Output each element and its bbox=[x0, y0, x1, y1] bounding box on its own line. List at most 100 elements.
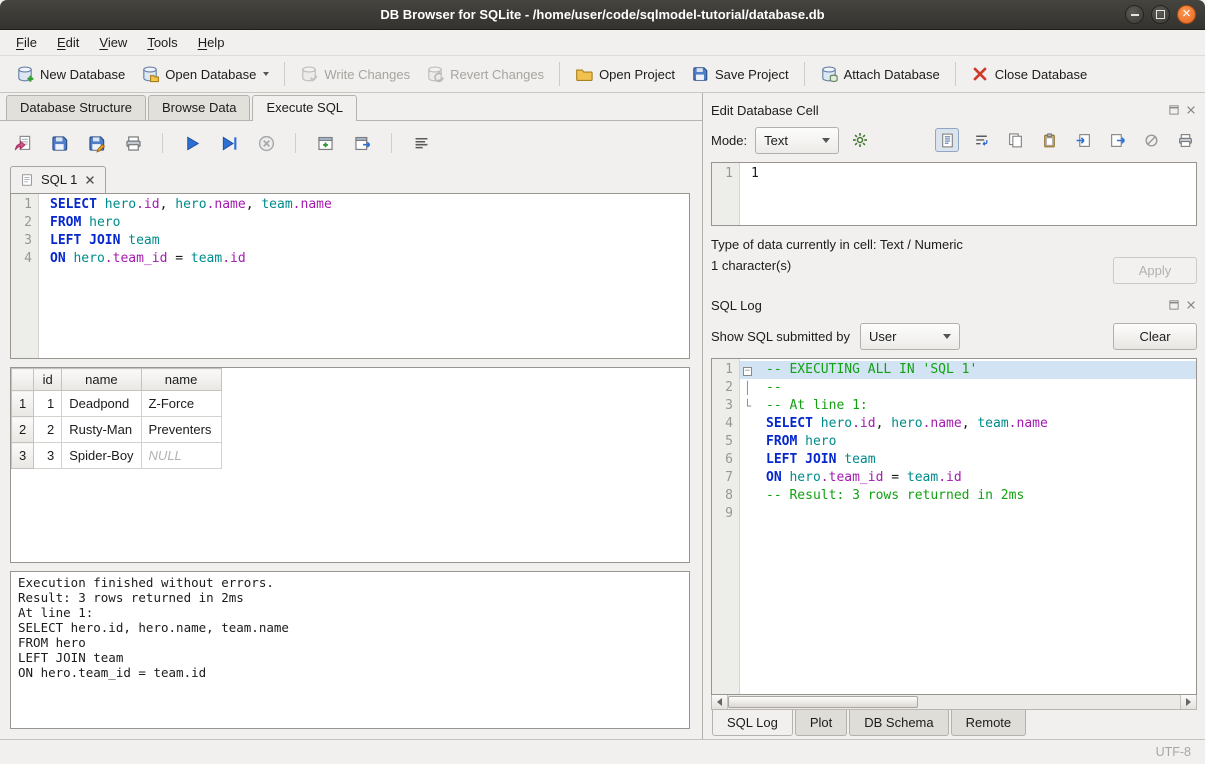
format-sql-button[interactable] bbox=[409, 131, 433, 155]
word-wrap-icon bbox=[973, 132, 990, 149]
open-project-button[interactable]: Open Project bbox=[567, 60, 683, 88]
text-mode-icon bbox=[939, 132, 956, 149]
execute-current-line-button[interactable] bbox=[217, 131, 241, 155]
open-sql-file-icon bbox=[13, 134, 32, 153]
table-cell[interactable]: Spider-Boy bbox=[62, 443, 141, 469]
results-grid: idnamename11DeadpondZ-Force22Rusty-ManPr… bbox=[10, 367, 690, 563]
fold-marker bbox=[740, 415, 755, 433]
gear-button[interactable] bbox=[847, 127, 873, 153]
word-wrap-button[interactable] bbox=[969, 128, 993, 152]
table-cell[interactable]: Deadpond bbox=[62, 391, 141, 417]
save-sql-file-button[interactable] bbox=[47, 131, 71, 155]
stop-button[interactable] bbox=[254, 131, 278, 155]
table-cell[interactable]: Preventers bbox=[141, 417, 221, 443]
close-window-button[interactable] bbox=[1177, 5, 1196, 24]
toolbar-label: New Database bbox=[40, 67, 125, 82]
export-results-button[interactable] bbox=[350, 131, 374, 155]
row-number[interactable]: 3 bbox=[12, 443, 34, 469]
dock-tab-sql-log[interactable]: SQL Log bbox=[712, 710, 793, 736]
row-number[interactable]: 1 bbox=[12, 391, 34, 417]
table-cell[interactable]: 3 bbox=[34, 443, 62, 469]
window-title: DB Browser for SQLite - /home/user/code/… bbox=[380, 7, 824, 22]
row-number[interactable]: 2 bbox=[12, 417, 34, 443]
scrollbar-thumb[interactable] bbox=[728, 696, 918, 708]
code-text: FROM hero bbox=[39, 214, 689, 232]
menu-edit[interactable]: Edit bbox=[47, 32, 89, 53]
fold-marker[interactable]: − bbox=[740, 361, 755, 379]
code-text bbox=[755, 505, 1196, 523]
sql-log-view[interactable]: 1−-- EXECUTING ALL IN 'SQL 1'2│--3└-- At… bbox=[711, 358, 1197, 695]
app-window: DB Browser for SQLite - /home/user/code/… bbox=[0, 0, 1205, 764]
line-number: 1 bbox=[11, 196, 39, 214]
execute-sql-panel: SQL 1 1SELECT hero.id, hero.name, team.n… bbox=[0, 121, 702, 739]
attach-database-button[interactable]: Attach Database bbox=[812, 60, 948, 88]
titlebar[interactable]: DB Browser for SQLite - /home/user/code/… bbox=[0, 0, 1205, 30]
sql-editor[interactable]: 1SELECT hero.id, hero.name, team.name2FR… bbox=[10, 193, 690, 359]
table-cell[interactable]: 2 bbox=[34, 417, 62, 443]
table-cell[interactable]: 1 bbox=[34, 391, 62, 417]
export-cell-button[interactable] bbox=[1105, 128, 1129, 152]
sql-log-filter-label: Show SQL submitted by bbox=[711, 329, 850, 344]
main-toolbar: New DatabaseOpen DatabaseWrite ChangesRe… bbox=[0, 56, 1205, 93]
close-panel-icon[interactable] bbox=[1185, 299, 1197, 311]
code-text: SELECT hero.id, hero.name, team.name bbox=[755, 415, 1196, 433]
copy-cell-icon bbox=[1007, 132, 1024, 149]
save-sql-as-button[interactable] bbox=[84, 131, 108, 155]
tab-database-structure[interactable]: Database Structure bbox=[6, 95, 146, 120]
column-header-id[interactable]: id bbox=[34, 369, 62, 391]
scroll-left-button[interactable] bbox=[712, 695, 728, 709]
scrollbar-track[interactable] bbox=[728, 695, 1180, 709]
mode-select[interactable]: Text bbox=[755, 127, 839, 154]
print-sql-icon bbox=[124, 134, 143, 153]
column-header-name[interactable]: name bbox=[62, 369, 141, 391]
horizontal-scrollbar[interactable] bbox=[711, 695, 1197, 710]
minimize-button[interactable] bbox=[1125, 5, 1144, 24]
toolbar-separator bbox=[391, 133, 392, 153]
close-tab-icon[interactable] bbox=[84, 174, 96, 186]
import-cell-button[interactable] bbox=[1071, 128, 1095, 152]
print-cell-button[interactable] bbox=[1173, 128, 1197, 152]
menu-help[interactable]: Help bbox=[188, 32, 235, 53]
clear-log-button[interactable]: Clear bbox=[1113, 323, 1197, 350]
float-panel-icon[interactable] bbox=[1168, 299, 1180, 311]
table-cell[interactable]: NULL bbox=[141, 443, 221, 469]
line-number: 6 bbox=[712, 451, 740, 469]
close-database-button[interactable]: Close Database bbox=[963, 60, 1096, 88]
column-header-name[interactable]: name bbox=[141, 369, 221, 391]
cell-editor[interactable]: 11 bbox=[711, 162, 1197, 226]
sql-log-filter-select[interactable]: User bbox=[860, 323, 960, 350]
open-sql-file-button[interactable] bbox=[10, 131, 34, 155]
copy-cell-button[interactable] bbox=[1003, 128, 1027, 152]
save-project-button[interactable]: Save Project bbox=[683, 60, 797, 88]
menu-view[interactable]: View bbox=[89, 32, 137, 53]
text-mode-button[interactable] bbox=[935, 128, 959, 152]
line-number: 4 bbox=[11, 250, 39, 268]
dock-tab-plot[interactable]: Plot bbox=[795, 710, 847, 736]
table-cell[interactable]: Rusty-Man bbox=[62, 417, 141, 443]
paste-cell-button[interactable] bbox=[1037, 128, 1061, 152]
line-number: 2 bbox=[712, 379, 740, 397]
sql-tab[interactable]: SQL 1 bbox=[10, 166, 106, 193]
tab-browse-data[interactable]: Browse Data bbox=[148, 95, 250, 120]
open-database-button[interactable]: Open Database bbox=[133, 60, 277, 88]
chevron-down-icon bbox=[263, 72, 269, 76]
open-query-tab-button[interactable] bbox=[313, 131, 337, 155]
close-panel-icon[interactable] bbox=[1185, 104, 1197, 116]
set-null-button[interactable] bbox=[1139, 128, 1163, 152]
code-line: 2│-- bbox=[712, 379, 1196, 397]
new-database-button[interactable]: New Database bbox=[8, 60, 133, 88]
tab-execute-sql[interactable]: Execute SQL bbox=[252, 95, 357, 121]
scroll-right-button[interactable] bbox=[1180, 695, 1196, 709]
dock-tab-remote[interactable]: Remote bbox=[951, 710, 1027, 736]
print-sql-button[interactable] bbox=[121, 131, 145, 155]
menu-tools[interactable]: Tools bbox=[137, 32, 187, 53]
dock-tabs: SQL LogPlotDB SchemaRemote bbox=[711, 710, 1197, 739]
maximize-button[interactable] bbox=[1151, 5, 1170, 24]
menu-file[interactable]: File bbox=[6, 32, 47, 53]
dock-tab-db-schema[interactable]: DB Schema bbox=[849, 710, 948, 736]
line-number: 5 bbox=[712, 433, 740, 451]
sql-log-filter-row: Show SQL submitted by User Clear bbox=[711, 316, 1197, 356]
execute-all-button[interactable] bbox=[180, 131, 204, 155]
float-panel-icon[interactable] bbox=[1168, 104, 1180, 116]
table-cell[interactable]: Z-Force bbox=[141, 391, 221, 417]
